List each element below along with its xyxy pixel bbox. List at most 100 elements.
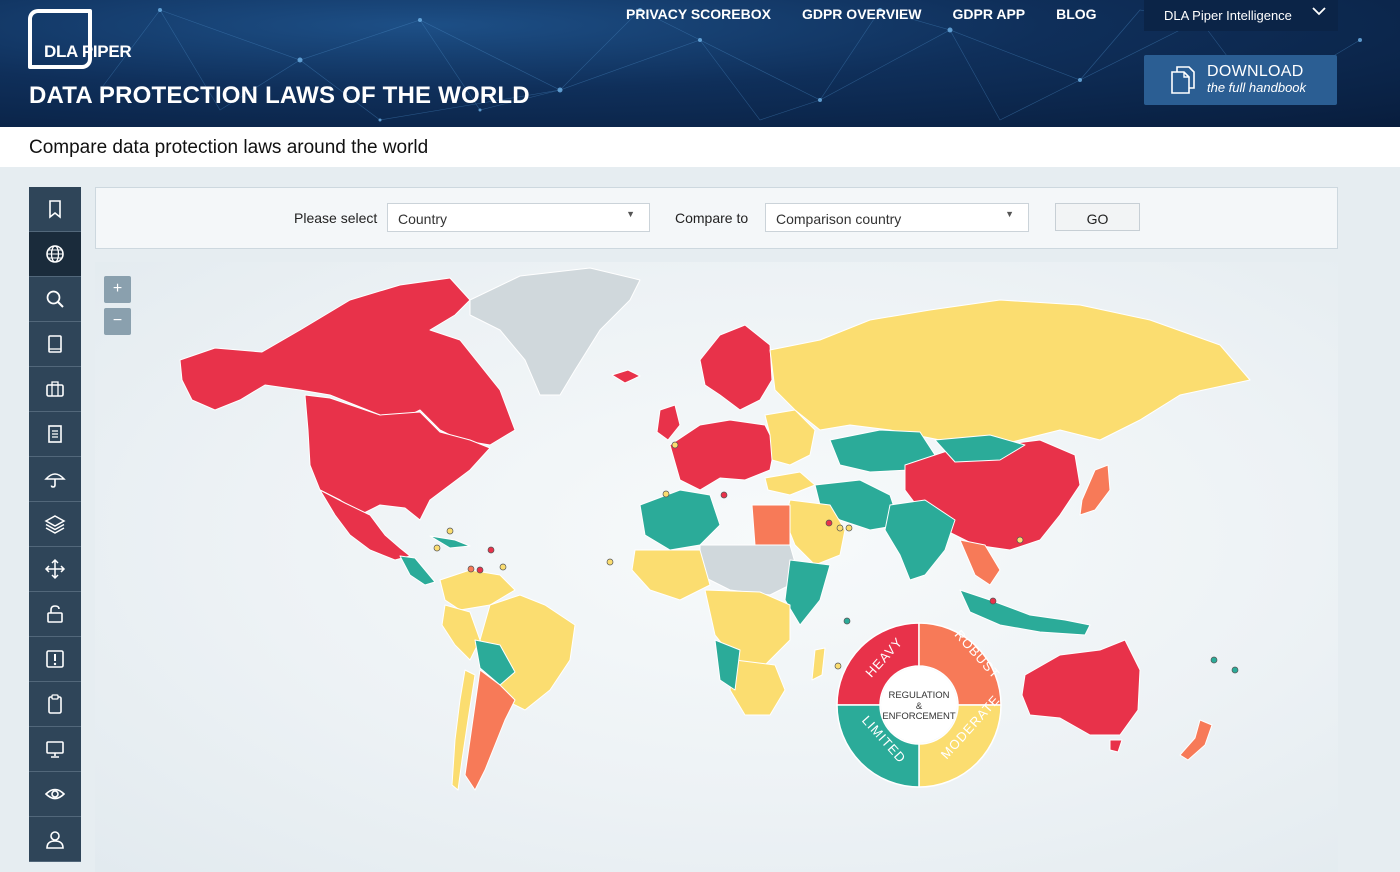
territory-dot[interactable] [467, 565, 475, 573]
document-icon [48, 425, 62, 443]
region-tasmania[interactable] [1109, 739, 1123, 753]
sidebar-layers[interactable] [29, 502, 81, 547]
zoom-out-button[interactable]: − [104, 308, 131, 335]
territory-dot[interactable] [825, 519, 833, 527]
layers-icon [44, 515, 66, 534]
sidebar-eye[interactable] [29, 772, 81, 817]
compare-to-label: Compare to [675, 210, 749, 226]
sidebar-book[interactable] [29, 322, 81, 367]
territory-dot[interactable] [989, 597, 997, 605]
region-west-africa[interactable] [631, 549, 711, 601]
top-nav: PRIVACY SCOREBOX GDPR OVERVIEW GDPR APP … [626, 6, 1097, 22]
territory-dot[interactable] [834, 662, 842, 670]
nav-privacy-scorebox[interactable]: PRIVACY SCOREBOX [626, 6, 771, 22]
territory-dot[interactable] [662, 490, 670, 498]
region-central-america[interactable] [399, 555, 436, 586]
caret-down-icon: ▼ [626, 209, 635, 219]
region-scandinavia[interactable] [699, 324, 773, 411]
territory-dot[interactable] [720, 491, 728, 499]
sidebar-globe[interactable] [29, 232, 81, 277]
download-sub-label: the full handbook [1207, 80, 1307, 95]
document-download-icon [1171, 66, 1195, 94]
country-selector-bar: Please select Country ▼ Compare to Compa… [95, 187, 1338, 249]
territory-dot[interactable] [1210, 656, 1218, 664]
sidebar-alert[interactable] [29, 637, 81, 682]
comparison-dropdown[interactable]: Comparison country ▼ [765, 203, 1029, 232]
territory-dot[interactable] [446, 527, 454, 535]
zoom-in-button[interactable]: + [104, 276, 131, 303]
user-icon [46, 831, 64, 849]
caret-down-icon: ▼ [1005, 209, 1014, 219]
intelligence-label: DLA Piper Intelligence [1164, 8, 1292, 23]
territory-dot[interactable] [845, 524, 853, 532]
logo-text: DLA PIPER [44, 42, 132, 61]
move-icon [44, 558, 66, 580]
globe-icon [46, 245, 64, 263]
sidebar-umbrella[interactable] [29, 457, 81, 502]
region-western-europe[interactable] [669, 419, 776, 491]
regulation-legend-ring: HEAVY ROBUST MODERATE LIMITED REGULATION… [836, 622, 1003, 788]
territory-dot[interactable] [1016, 536, 1024, 544]
clipboard-icon [48, 694, 62, 714]
alert-icon [46, 650, 64, 668]
region-australia[interactable] [1021, 639, 1141, 736]
go-button[interactable]: GO [1055, 203, 1140, 231]
sidebar-search[interactable] [29, 277, 81, 322]
site-title: DATA PROTECTION LAWS OF THE WORLD [29, 82, 530, 109]
territory-dot[interactable] [1231, 666, 1239, 674]
legend-center-line3: ENFORCEMENT [882, 711, 956, 722]
territory-dot[interactable] [836, 524, 844, 532]
country-dropdown[interactable]: Country ▼ [387, 203, 650, 232]
sidebar-briefcase[interactable] [29, 367, 81, 412]
region-east-africa[interactable] [784, 559, 831, 626]
region-southern-africa[interactable] [729, 659, 786, 716]
territory-dot[interactable] [499, 563, 507, 571]
monitor-icon [46, 741, 64, 758]
legend-center-line1: REGULATION [888, 690, 949, 701]
sidebar-unlock[interactable] [29, 592, 81, 637]
please-select-label: Please select [294, 210, 378, 226]
sidebar-user[interactable] [29, 817, 81, 862]
nav-gdpr-overview[interactable]: GDPR OVERVIEW [802, 6, 922, 22]
world-map[interactable]: HEAVY ROBUST MODERATE LIMITED REGULATION… [95, 262, 1338, 872]
sidebar-move[interactable] [29, 547, 81, 592]
territory-dot[interactable] [606, 558, 614, 566]
umbrella-icon [44, 473, 66, 488]
region-egypt[interactable] [751, 504, 791, 546]
subtitle-strip: Compare data protection laws around the … [0, 127, 1400, 167]
region-madagascar[interactable] [811, 647, 826, 681]
territory-dot[interactable] [843, 617, 851, 625]
sidebar-monitor[interactable] [29, 727, 81, 772]
eye-icon [44, 788, 66, 800]
sidebar-clipboard[interactable] [29, 682, 81, 727]
nav-blog[interactable]: BLOG [1056, 6, 1096, 22]
territory-dot[interactable] [476, 566, 484, 574]
bookmark-icon [49, 200, 61, 219]
territory-dot[interactable] [487, 546, 495, 554]
territory-dot[interactable] [433, 544, 441, 552]
download-main-label: DOWNLOAD [1207, 63, 1304, 80]
intelligence-dropdown[interactable]: DLA Piper Intelligence [1144, 0, 1338, 31]
region-new-zealand[interactable] [1179, 719, 1213, 761]
territory-dot[interactable] [671, 441, 679, 449]
comparison-dropdown-value: Comparison country [776, 211, 902, 227]
region-peru[interactable] [441, 604, 481, 661]
region-north-africa-west[interactable] [639, 489, 721, 551]
download-handbook-button[interactable]: DOWNLOAD the full handbook [1144, 55, 1337, 105]
sidebar-document[interactable] [29, 412, 81, 457]
region-sahara-central[interactable] [699, 544, 801, 596]
nav-gdpr-app[interactable]: GDPR APP [953, 6, 1026, 22]
region-japan[interactable] [1079, 464, 1111, 516]
region-russia[interactable] [769, 299, 1251, 451]
briefcase-icon [46, 381, 64, 397]
region-indonesia[interactable] [959, 589, 1091, 636]
region-uk-ireland[interactable] [656, 404, 681, 441]
region-iceland[interactable] [611, 369, 641, 384]
sidebar-bookmark[interactable] [29, 187, 81, 232]
unlock-icon [47, 605, 63, 623]
page-subtitle: Compare data protection laws around the … [29, 137, 429, 158]
site-header: DLA PIPER DATA PROTECTION LAWS OF THE WO… [0, 0, 1400, 127]
region-turkey[interactable] [764, 471, 816, 496]
chevron-down-icon [1312, 7, 1326, 16]
search-icon [46, 290, 64, 308]
